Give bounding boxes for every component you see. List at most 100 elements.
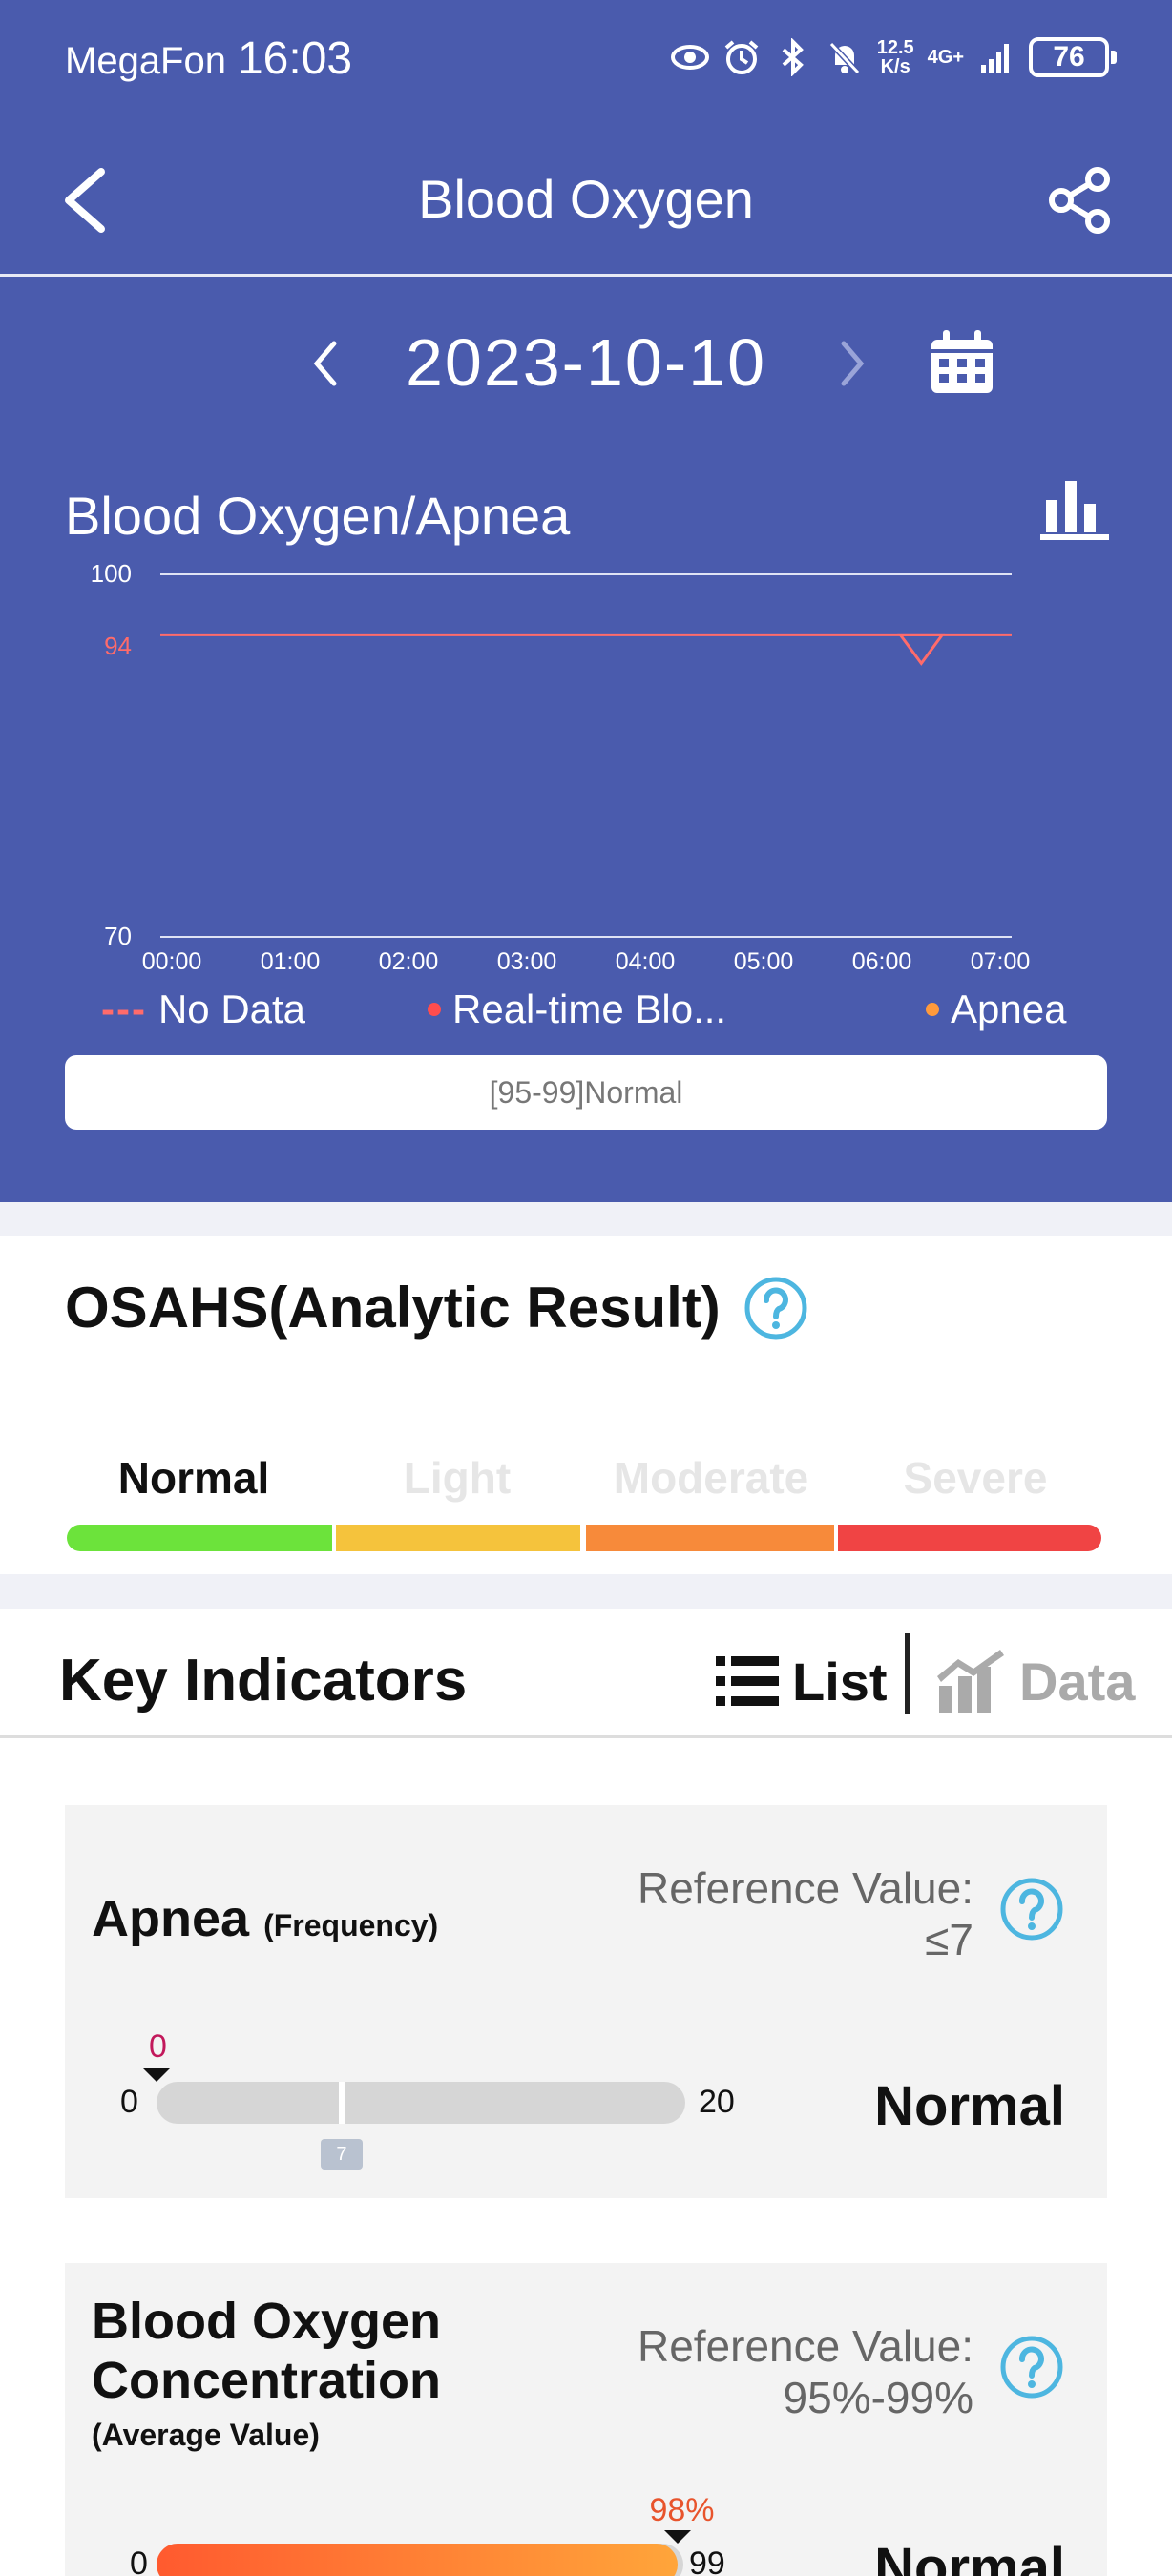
legend-realtime: Real-time Blo... <box>428 987 726 1032</box>
chart-x-tick-label: 04:00 <box>616 948 676 975</box>
legend-apnea-dot <box>926 1003 939 1016</box>
data-chart-icon <box>937 1650 1004 1713</box>
spo2-help-icon[interactable] <box>998 2334 1065 2400</box>
spo2-name-line2: Concentration <box>92 2352 442 2409</box>
status-icons: 12.5 K/s 4G+ 76 <box>670 32 1117 82</box>
legend-realtime-dot <box>428 1003 441 1016</box>
apnea-name: Apnea (Frequency) <box>92 1889 438 1955</box>
level-bar-moderate <box>586 1525 834 1551</box>
level-bar-light <box>336 1525 580 1551</box>
apnea-status: Normal <box>874 2075 1065 2137</box>
calendar-icon[interactable] <box>926 326 998 399</box>
spo2-ref-value: 95%-99% <box>783 2373 973 2422</box>
level-label-normal: Normal <box>117 1453 270 1503</box>
chart-x-tick-label: 05:00 <box>734 948 794 975</box>
legend-apnea-label: Apnea <box>951 987 1067 1031</box>
status-bar: MegaFon 16:03 12.5 K/s 4G+ 76 <box>0 0 1172 114</box>
apnea-scale-min: 0 <box>120 2084 138 2120</box>
apnea-help-icon[interactable] <box>998 1876 1065 1942</box>
tab-list[interactable]: List <box>714 1643 888 1719</box>
key-indicators-title: Key Indicators <box>59 1648 468 1714</box>
network-speed-unit: K/s <box>880 56 910 77</box>
chevron-right-icon[interactable] <box>823 330 880 397</box>
bell-muted-icon <box>828 41 860 75</box>
tab-divider <box>905 1633 910 1714</box>
legend-apnea: Apnea <box>926 987 1066 1032</box>
spo2-fill <box>157 2544 679 2576</box>
level-bar-severe <box>838 1525 1101 1551</box>
spo2-ref-label: Reference Value: <box>637 2321 973 2371</box>
header-panel: MegaFon 16:03 12.5 K/s 4G+ 76 Blood Oxyg… <box>0 0 1172 1202</box>
osahs-title: OSAHS(Analytic Result) <box>65 1276 721 1340</box>
tab-data[interactable]: Data <box>935 1643 1135 1719</box>
page-title: Blood Oxygen <box>418 169 754 229</box>
level-label-severe: Severe <box>903 1453 1048 1503</box>
key-indicators-card: Key Indicators List Data Apnea (Frequenc… <box>0 1609 1172 2576</box>
osahs-card: OSAHS(Analytic Result) Normal Light Mode… <box>0 1236 1172 1574</box>
chart-y-tick-label: 100 <box>91 559 132 588</box>
spo2-subtitle: (Average Value) <box>92 2418 320 2452</box>
eye-icon <box>670 45 709 70</box>
network-speed-value: 12.5 <box>876 37 914 58</box>
tab-data-label: Data <box>1019 1651 1136 1712</box>
apnea-value: 0 <box>149 2028 167 2065</box>
legend-no-data-label: No Data <box>157 987 306 1031</box>
spo2-scale-min: 0 <box>130 2545 148 2576</box>
chart-apnea-marker <box>897 633 946 666</box>
network-speed: 12.5 K/s <box>877 38 914 76</box>
spo2-name: Blood Oxygen Concentration <box>92 2292 441 2410</box>
apnea-reference: Reference Value: ≤7 <box>638 1862 973 1965</box>
chart-legend: --- No Data Real-time Blo... Apnea <box>0 987 1172 1044</box>
blood-oxygen-chart: 100 94 70 00:00 01:00 02:00 03:00 04:00 05:00 06:… <box>91 559 1031 975</box>
apnea-unit: (Frequency) <box>263 1908 439 1942</box>
apnea-reference-tick <box>338 2082 345 2124</box>
clock-time: 16:03 <box>237 33 353 84</box>
spo2-marker <box>664 2530 692 2544</box>
level-bar-normal <box>67 1525 332 1551</box>
apnea-ref-label: Reference Value: <box>637 1863 973 1913</box>
apnea-name-text: Apnea <box>92 1890 250 1947</box>
apnea-track <box>157 2082 685 2124</box>
spo2-value: 98% <box>649 2492 715 2528</box>
normal-range-box: [95-99]Normal <box>65 1055 1107 1130</box>
chart-title: Blood Oxygen/Apnea <box>65 486 571 546</box>
bluetooth-icon <box>782 38 804 76</box>
apnea-indicator-card: Apnea (Frequency) Reference Value: ≤7 0 … <box>65 1805 1107 2198</box>
bar-chart-icon[interactable] <box>1040 475 1109 542</box>
level-label-light: Light <box>403 1453 512 1503</box>
battery-indicator: 76 <box>1029 37 1117 77</box>
key-indicators-header: Key Indicators List Data <box>0 1609 1172 1738</box>
legend-no-data-mark: --- <box>101 987 147 1031</box>
spo2-indicator-card: Blood Oxygen Concentration (Average Valu… <box>65 2263 1107 2576</box>
date-selector: 2023-10-10 <box>0 315 1172 410</box>
question-help-icon[interactable] <box>743 1275 809 1341</box>
chart-y-tick-label: 70 <box>104 922 132 950</box>
apnea-scale-max: 20 <box>699 2084 735 2120</box>
legend-realtime-label: Real-time Blo... <box>452 987 727 1031</box>
nav-bar: Blood Oxygen <box>0 134 1172 277</box>
signal-icon <box>981 44 1009 73</box>
chart-x-tick-label: 01:00 <box>261 948 321 975</box>
chart-x-tick-label: 07:00 <box>971 948 1031 975</box>
chart-x-tick-label: 06:00 <box>852 948 912 975</box>
apnea-ref-value: ≤7 <box>925 1915 973 1964</box>
carrier-name: MegaFon <box>65 40 226 82</box>
tab-list-label: List <box>792 1651 888 1712</box>
alarm-icon <box>724 40 759 74</box>
apnea-reference-tag: 7 <box>320 2139 363 2170</box>
list-icon <box>716 1656 779 1706</box>
level-label-moderate: Moderate <box>613 1453 809 1503</box>
legend-no-data: --- No Data <box>101 987 305 1032</box>
share-icon[interactable] <box>1042 162 1119 239</box>
status-left: MegaFon 16:03 <box>65 32 352 85</box>
spo2-scale-max: 99 <box>689 2545 725 2576</box>
apnea-marker <box>143 2068 170 2082</box>
chart-x-tick-label: 03:00 <box>497 948 557 975</box>
spo2-reference: Reference Value: 95%-99% <box>638 2320 973 2423</box>
chart-x-tick-label: 02:00 <box>379 948 439 975</box>
spo2-status: Normal <box>874 2537 1065 2576</box>
spo2-name-line1: Blood Oxygen <box>92 2293 442 2350</box>
chart-y-tick-label: 94 <box>104 632 132 660</box>
chart-x-tick-label: 00:00 <box>142 948 202 975</box>
network-type: 4G+ <box>927 47 964 68</box>
